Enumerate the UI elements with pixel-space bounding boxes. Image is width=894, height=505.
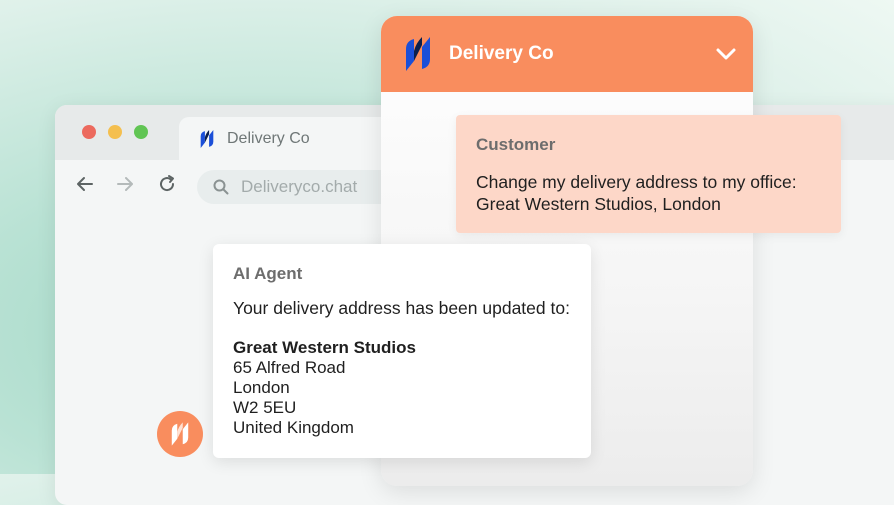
brand-logo-icon [171, 422, 189, 446]
maximize-window-button[interactable] [134, 125, 148, 139]
forward-arrow-icon[interactable] [113, 172, 137, 196]
search-icon [213, 179, 229, 195]
minimize-window-button[interactable] [108, 125, 122, 139]
customer-message: Customer Change my delivery address to m… [456, 115, 841, 233]
close-window-button[interactable] [82, 125, 96, 139]
chat-widget-header: Delivery Co [381, 16, 753, 92]
brand-logo-icon [406, 37, 430, 71]
agent-message-text: Your delivery address has been updated t… [233, 298, 570, 318]
address-line3: W2 5EU [233, 398, 297, 417]
agent-message: AI Agent Your delivery address has been … [213, 244, 591, 458]
chat-widget-title: Delivery Co [449, 43, 554, 64]
reload-icon[interactable] [155, 172, 179, 196]
agent-avatar [157, 411, 203, 457]
url-text: Deliveryco.chat [241, 177, 358, 196]
agent-sender-label: AI Agent [233, 264, 303, 283]
address-line4: United Kingdom [233, 418, 354, 437]
brand-logo-icon [200, 129, 214, 148]
address-line2: London [233, 378, 290, 397]
tab-title: Delivery Co [227, 129, 310, 147]
delivery-address: Great Western Studios 65 Alfred Road Lon… [233, 338, 571, 438]
address-name: Great Western Studios [233, 338, 416, 357]
chevron-down-icon[interactable] [715, 45, 737, 63]
customer-message-text: Change my delivery address to my office:… [476, 172, 797, 214]
customer-sender-label: Customer [476, 135, 556, 154]
address-line1: 65 Alfred Road [233, 358, 346, 377]
back-arrow-icon[interactable] [73, 172, 97, 196]
